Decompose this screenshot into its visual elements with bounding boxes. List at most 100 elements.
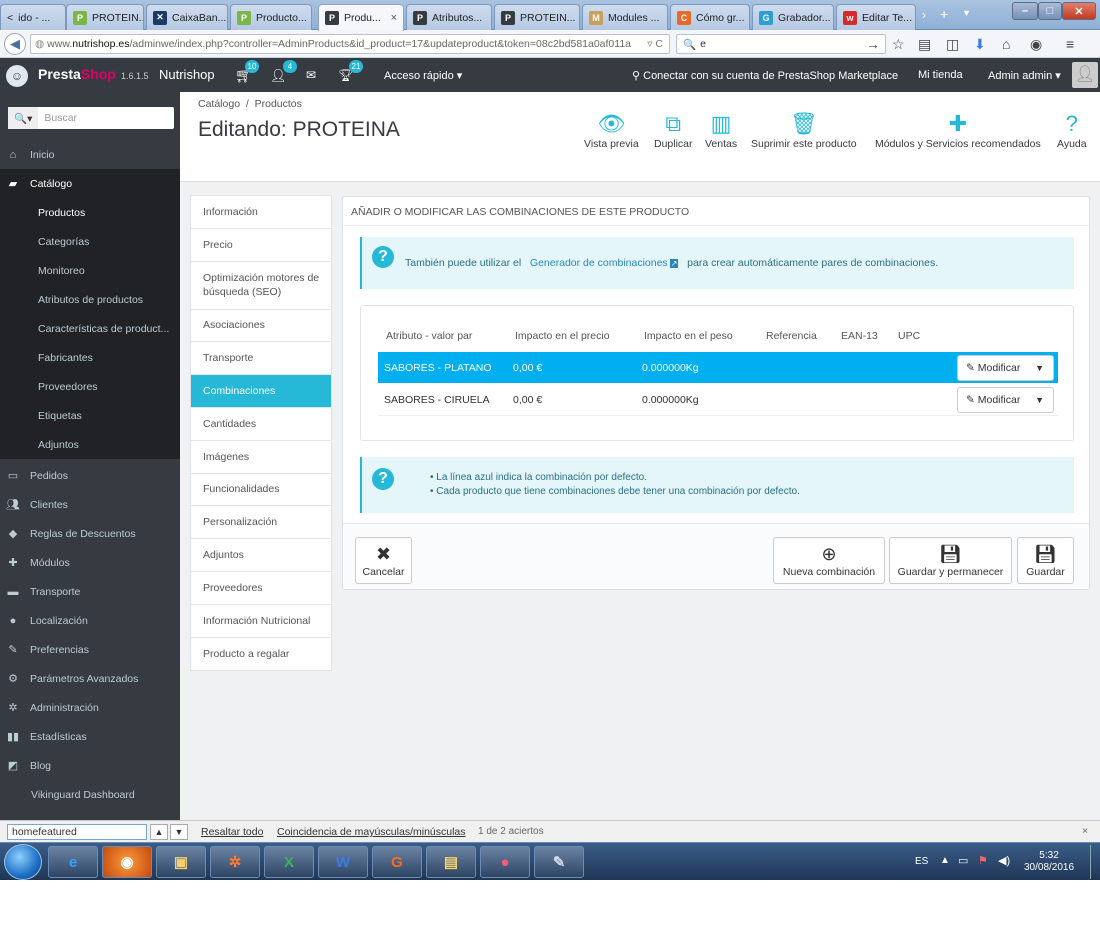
tab-producto-regalar[interactable]: Producto a regalar [191,638,331,671]
tab-proveedores[interactable]: Proveedores [191,572,331,605]
find-input[interactable]: homefeatured [7,824,147,840]
excel-icon[interactable]: X [264,846,314,878]
find-next-button[interactable]: ▼ [170,824,188,840]
breadcrumb-item[interactable]: Productos [255,98,302,110]
browser-tab[interactable]: P PROTEIN... [66,4,144,30]
match-case-option[interactable]: Coincidencia de mayúsculas/minúsculas [277,826,466,838]
sidebar-item-modulos[interactable]: ✚ Módulos [0,548,180,577]
maximize-window-icon[interactable]: □ [1038,2,1062,20]
browser-tab[interactable]: w Editar Te... [836,4,916,30]
sidebar-search-input[interactable]: 🔍▾ Buscar [8,107,174,129]
avatar[interactable]: 👤︎ [1072,62,1098,88]
generator-link[interactable]: Generador de combinaciones [530,257,668,269]
sidebar-item-blog[interactable]: ◩ Blog [0,751,180,780]
sidebar-item-transporte[interactable]: ▬ Transporte [0,577,180,606]
sidebar-item-administracion[interactable]: ✲ Administración [0,693,180,722]
file-manager-icon[interactable]: ▣ [156,846,206,878]
save-and-stay-button[interactable]: 💾︎ Guardar y permanecer [889,537,1012,584]
browser-tab[interactable]: C Cómo gr... [670,4,750,30]
caret-down-icon[interactable]: ▼ [1035,395,1044,405]
duplicate-button[interactable]: ⧉ Duplicar [654,110,693,150]
marketplace-link[interactable]: ⚲ Conectar con su cuenta de PrestaShop M… [632,69,898,82]
browser-tab[interactable]: P PROTEIN... [494,4,580,30]
close-icon[interactable]: × [1082,825,1088,837]
my-shop-link[interactable]: Mi tienda [918,69,963,81]
sidebar-item-inicio[interactable]: ⌂ Inicio [0,140,180,169]
sidebar-item-descuentos[interactable]: ◆ Reglas de Descuentos [0,519,180,548]
sidebar-item-catalogo[interactable]: ▰ Catálogo [0,169,180,198]
tab-transporte[interactable]: Transporte [191,342,331,376]
sidebar-item-localizacion[interactable]: ● Localización [0,606,180,635]
bookmarks-list-icon[interactable]: ▤ [918,36,931,53]
word-icon[interactable]: W [318,846,368,878]
chat-icon[interactable]: ◉ [1030,36,1042,53]
reload-icon[interactable]: ▿ C [647,38,663,50]
sidebar-subitem-atributos[interactable]: Atributos de productos [0,285,180,314]
minimize-window-icon[interactable]: – [1012,2,1038,20]
sidebar-subitem-categorias[interactable]: Categorías [0,227,180,256]
volume-icon[interactable]: ◀) [998,854,1010,867]
cancel-button[interactable]: ✖ Cancelar [355,537,412,584]
quick-access-menu[interactable]: Acceso rápido ▾ [384,69,462,82]
new-combination-button[interactable]: ⊕ Nueva combinación [773,537,885,584]
internet-explorer-icon[interactable]: e [48,846,98,878]
browser-tab[interactable]: < ido - ... [0,4,66,30]
tab-overflow-icon[interactable]: › [922,8,926,22]
action-center-icon[interactable]: ⚑ [978,854,988,867]
close-window-icon[interactable]: ✕ [1062,2,1096,20]
tab-imagenes[interactable]: Imágenes [191,441,331,474]
tab-informacion[interactable]: Información [191,196,331,229]
find-previous-button[interactable]: ▲ [150,824,168,840]
folder-icon[interactable]: ▤ [426,846,476,878]
tab-adjuntos[interactable]: Adjuntos [191,539,331,572]
browser-tab-active[interactable]: P Produ... × [318,4,404,31]
network-icon[interactable]: ▭ [958,854,968,867]
tab-funcionalidades[interactable]: Funcionalidades [191,474,331,507]
menu-icon[interactable]: ≡ [1066,36,1074,52]
show-desktop-button[interactable] [1090,845,1098,879]
sidebar-subitem-adjuntos[interactable]: Adjuntos [0,430,180,459]
sidebar-item-parametros[interactable]: ⚙ Parámetros Avanzados [0,664,180,693]
home-icon[interactable]: ⌂ [1002,36,1010,52]
sidebar-subitem-monitoreo[interactable]: Monitoreo [0,256,180,285]
go-arrow-icon[interactable]: → [866,36,880,52]
bookmark-star-icon[interactable]: ☆ [892,36,905,53]
tray-arrow-icon[interactable]: ▲ [940,855,950,866]
sidebar-item-vikinguard[interactable]: Vikinguard Dashboard [0,780,180,809]
save-button[interactable]: 💾︎ Guardar [1017,537,1074,584]
recommended-modules-button[interactable]: ✚ Módulos y Servicios recomendados [875,110,1041,150]
tab-cantidades[interactable]: Cantidades [191,408,331,441]
sidebar-subitem-etiquetas[interactable]: Etiquetas [0,401,180,430]
table-row[interactable]: SABORES - CIRUELA 0,00 € 0.000000Kg ✎ Mo… [378,385,1058,416]
firefox-icon[interactable]: ◉ [102,846,152,878]
browser-tab[interactable]: M Modules ... [582,4,668,30]
clock[interactable]: 5:32 30/08/2016 [1024,850,1074,874]
tab-asociaciones[interactable]: Asociaciones [191,310,331,343]
caret-down-icon[interactable]: ▼ [1035,363,1044,373]
browser-tab[interactable]: G Grabador... [752,4,834,30]
sidebar-subitem-productos[interactable]: Productos [0,198,180,227]
sidebar-item-estadisticas[interactable]: ▮▮ Estadísticas [0,722,180,751]
tab-precio[interactable]: Precio [191,229,331,262]
browser-tab[interactable]: ✕ CaixaBan... [146,4,228,30]
sales-button[interactable]: ▥ Ventas [705,110,737,150]
browser-search-box[interactable]: 🔍 e [676,34,886,54]
tab-list-chevron-icon[interactable]: ▼ [962,8,971,18]
preview-button[interactable]: 👁︎ Vista previa [584,110,639,150]
modify-button[interactable]: ✎ Modificar ▼ [957,387,1054,413]
sidebar-item-pedidos[interactable]: ▭ Pedidos [0,461,180,490]
sidebar-item-preferencias[interactable]: ✎ Preferencias [0,635,180,664]
tab-combinaciones[interactable]: Combinaciones [191,375,331,408]
close-tab-icon[interactable]: × [391,12,397,24]
help-button[interactable]: ? Ayuda [1057,110,1087,150]
search-icon[interactable]: 🔍▾ [8,107,39,129]
url-bar[interactable]: ◍ www. nutrishop.es/adminwe/index.php?con… [30,34,670,54]
delete-product-button[interactable]: 🗑︎ Suprimir este producto [751,110,857,150]
tab-personalizacion[interactable]: Personalización [191,506,331,540]
language-indicator[interactable]: ES [915,856,928,867]
shop-name[interactable]: Nutrishop [159,67,215,82]
start-button[interactable] [4,844,42,880]
tab-informacion-nutricional[interactable]: Información Nutricional [191,605,331,638]
new-tab-icon[interactable]: + [940,6,948,22]
tab-seo[interactable]: Optimización motores de búsqueda (SEO) [191,262,331,310]
